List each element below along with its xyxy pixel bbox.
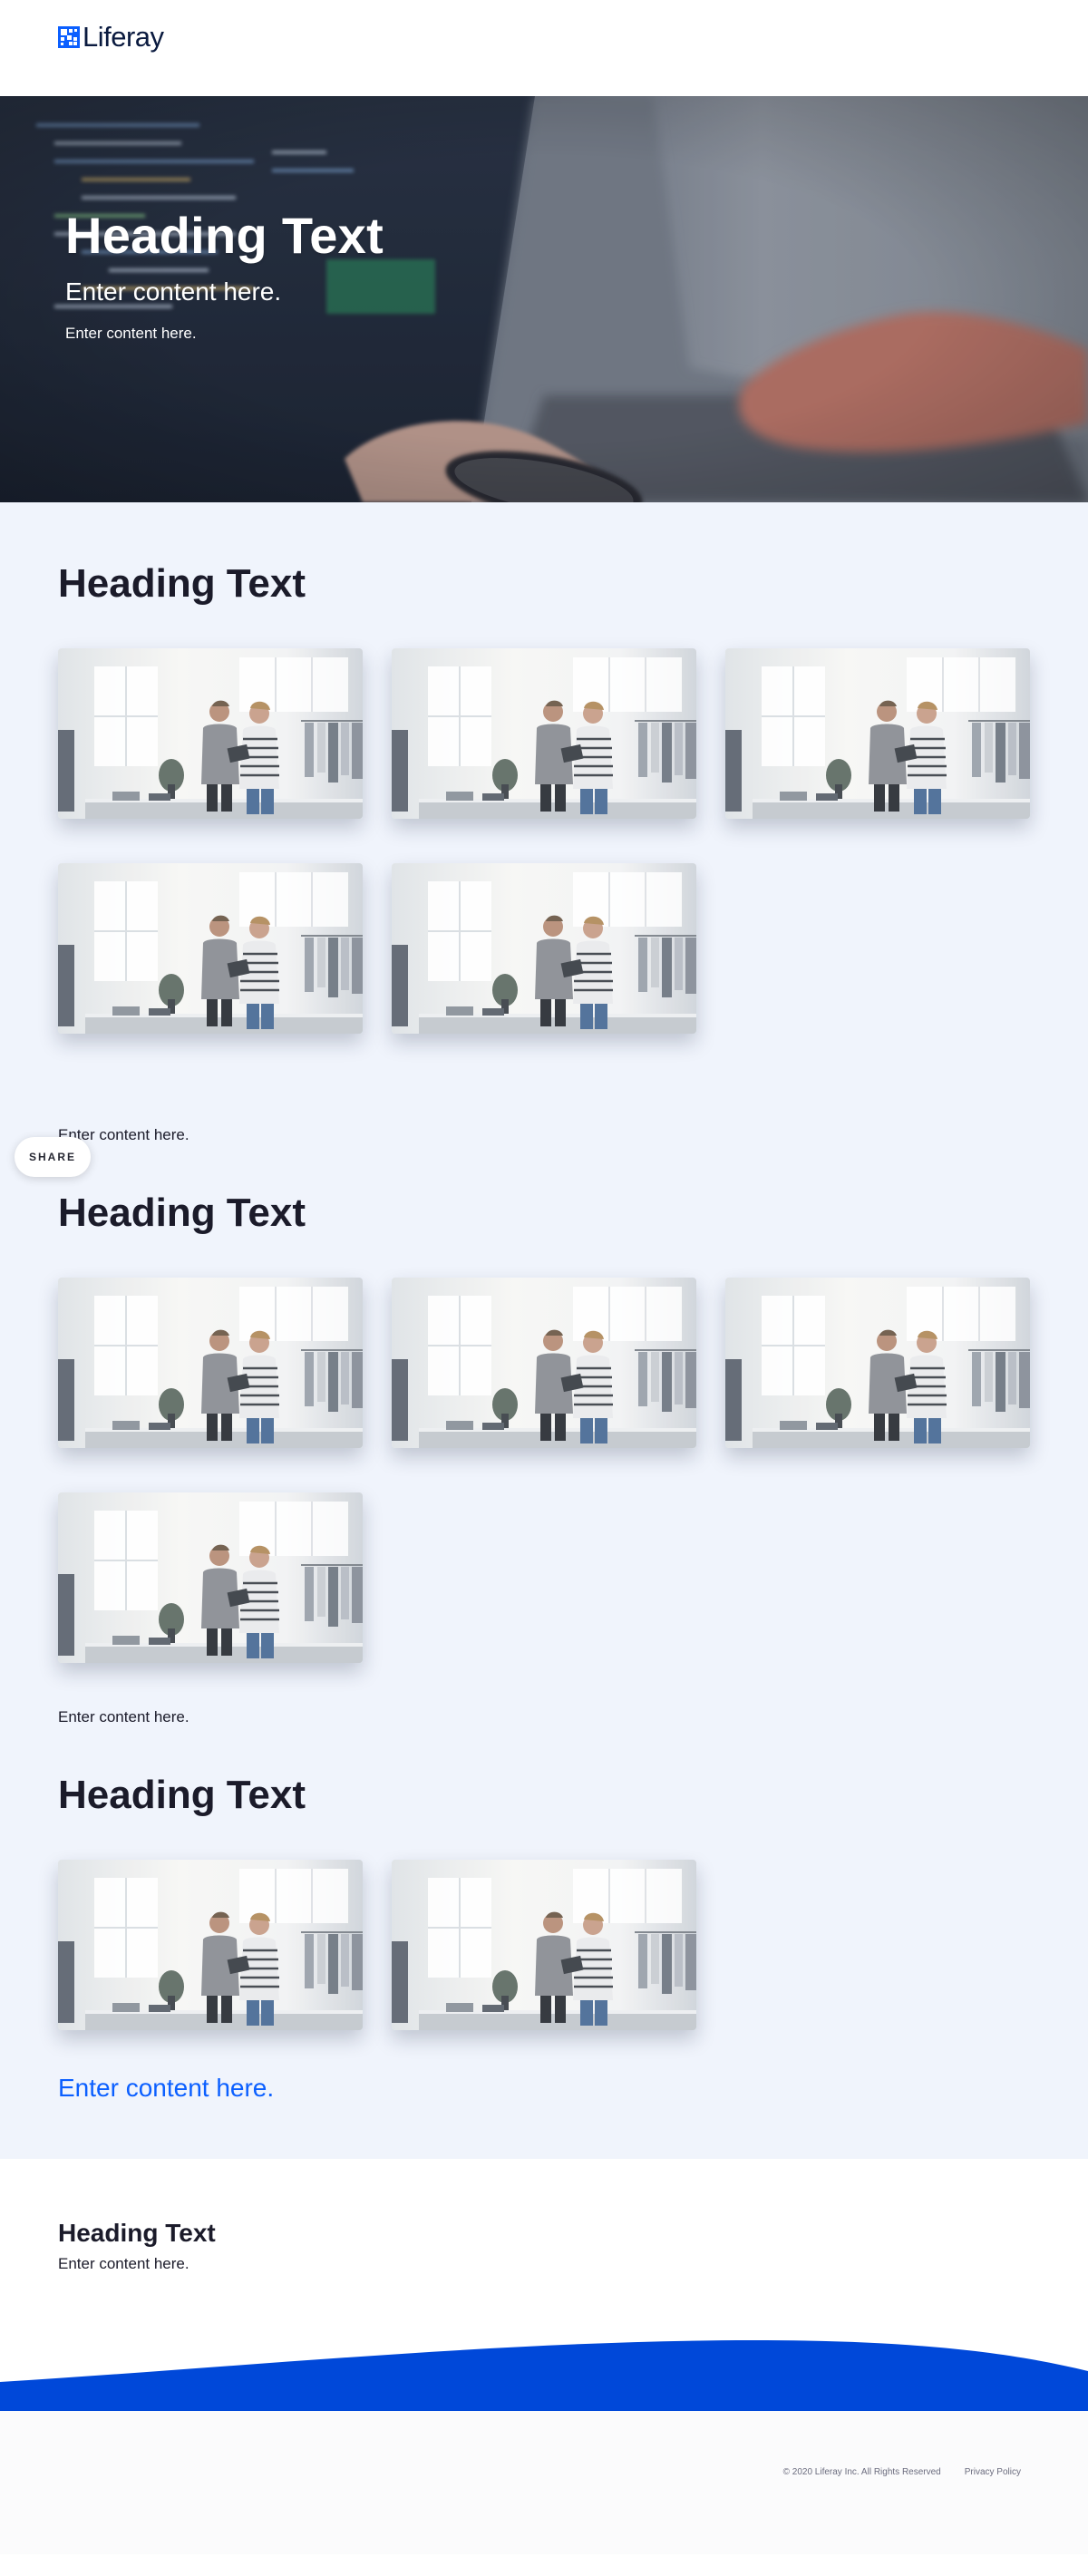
main-content: Heading Text Enter content here. Heading… (0, 502, 1088, 2159)
studio-photo (392, 863, 696, 1034)
footer-links: © 2020 Liferay Inc. All Rights Reserved … (783, 2467, 1021, 2477)
hero-subtitle: Enter content here. (65, 277, 282, 306)
hero-title: Heading Text (65, 207, 384, 264)
studio-image-card[interactable] (392, 1860, 696, 2030)
studio-photo (58, 1860, 363, 2030)
section-text: Enter content here. (58, 1708, 189, 1725)
gallery-section: Heading Text Enter content here. (58, 1772, 1030, 2105)
studio-image-card[interactable] (392, 648, 696, 819)
studio-photo (58, 1278, 363, 1448)
liferay-logo[interactable]: Liferay (58, 21, 164, 53)
section-heading: Heading Text (58, 1773, 306, 1817)
section-heading: Heading Text (58, 1191, 306, 1235)
studio-image-card[interactable] (725, 1278, 1030, 1448)
studio-image-card[interactable] (58, 1860, 363, 2030)
info-text: Enter content here. (58, 2255, 189, 2272)
studio-image-card[interactable] (58, 863, 363, 1034)
share-button[interactable]: SHARE (15, 1137, 92, 1177)
studio-image-card[interactable] (58, 648, 363, 819)
studio-image-card[interactable] (58, 1492, 363, 1663)
site-header: Liferay (0, 0, 1088, 96)
studio-photo (725, 648, 1030, 819)
footer-wave-graphic (0, 2340, 1088, 2411)
section-text: Enter content here. (58, 1126, 189, 1143)
hero-content: Heading Text Enter content here. Enter c… (65, 207, 384, 345)
studio-photo (392, 648, 696, 819)
studio-photo (58, 863, 363, 1034)
info-heading: Heading Text (58, 2219, 216, 2247)
logo-text: Liferay (83, 21, 164, 53)
site-footer: © 2020 Liferay Inc. All Rights Reserved … (0, 2340, 1088, 2554)
content-link[interactable]: Enter content here. (58, 2072, 274, 2105)
image-grid (58, 648, 1030, 1034)
studio-photo (58, 1492, 363, 1663)
hero-small-text: Enter content here. (65, 325, 197, 342)
copyright-text: © 2020 Liferay Inc. All Rights Reserved (782, 2467, 941, 2477)
image-grid (58, 1278, 1030, 1663)
studio-image-card[interactable] (725, 648, 1030, 819)
studio-photo (58, 648, 363, 819)
studio-photo (725, 1278, 1030, 1448)
studio-photo (392, 1278, 696, 1448)
hero-banner: Heading Text Enter content here. Enter c… (0, 96, 1088, 502)
footer-bottom (0, 2411, 1088, 2554)
studio-image-card[interactable] (58, 1278, 363, 1448)
liferay-logo-icon (58, 26, 80, 48)
gallery-section: Heading Text Enter content here. (58, 560, 1030, 1146)
privacy-policy-link[interactable]: Privacy Policy (965, 2467, 1021, 2477)
studio-image-card[interactable] (392, 1278, 696, 1448)
studio-photo (392, 1860, 696, 2030)
image-grid (58, 1860, 1030, 2030)
section-heading: Heading Text (58, 561, 306, 606)
studio-image-card[interactable] (392, 863, 696, 1034)
gallery-section: Heading Text Enter content here. (58, 1190, 1030, 1728)
info-section: Heading Text Enter content here. (0, 2159, 1088, 2340)
